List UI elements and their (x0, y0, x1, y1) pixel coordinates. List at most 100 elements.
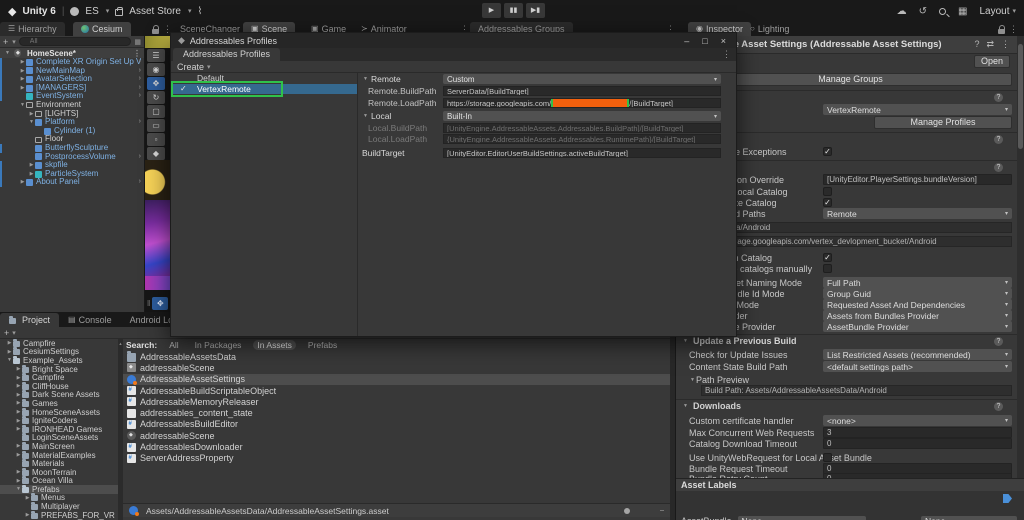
open-button[interactable]: Open (974, 55, 1010, 68)
foldout-icon[interactable]: ▶ (15, 469, 22, 475)
drag-handle[interactable]: ‖ (147, 299, 150, 308)
cloud-icon[interactable]: ☁ (897, 6, 907, 17)
help-icon[interactable]: ? (994, 135, 1003, 144)
checkbox[interactable]: ✓ (823, 198, 832, 207)
asset-row[interactable]: addressableScene (123, 362, 670, 373)
close-button[interactable]: × (721, 36, 726, 46)
foldout-icon[interactable]: ▼ (28, 118, 35, 127)
nav-chevron-icon[interactable]: › (139, 67, 141, 76)
build-load-paths-dropdown[interactable]: Remote▾ (823, 208, 1012, 219)
profile-dropdown[interactable]: VertexRemote▾ (823, 104, 1012, 115)
pause-button[interactable]: ▮▮ (504, 3, 523, 18)
kebab-icon[interactable]: ⋮ (722, 49, 731, 60)
foldout-icon[interactable]: ▼ (15, 486, 22, 492)
lock-icon[interactable] (998, 29, 1005, 34)
profile-row[interactable]: ✓ VertexRemote (171, 84, 357, 95)
tab-lighting[interactable]: ○ Lighting (742, 22, 797, 36)
foldout-icon[interactable]: ▼ (4, 50, 11, 56)
foldout-icon[interactable]: ▶ (6, 340, 13, 346)
hierarchy-item[interactable]: ▶ NewMainMap › (0, 67, 144, 76)
checkbox[interactable] (823, 264, 832, 273)
foldout-icon[interactable]: ▶ (19, 178, 26, 187)
checkbox[interactable]: ✓ (823, 147, 832, 156)
hierarchy-item[interactable]: ▼ Platform › (0, 118, 144, 127)
project-folder-row[interactable]: ▶ Campfire (0, 339, 118, 348)
foldout-icon[interactable]: ▶ (19, 58, 26, 67)
project-folder-row[interactable]: ▶ Dark Scene Assets (0, 391, 118, 400)
check-update-issues-dropdown[interactable]: List Restricted Assets (recommended)▾ (823, 349, 1012, 360)
layout-grid-icon[interactable]: ▦ (958, 6, 967, 17)
thumbnail-size-slider[interactable] (624, 508, 664, 514)
project-folder-row[interactable]: ▶ Games (0, 399, 118, 408)
foldout-icon[interactable]: ▶ (15, 392, 22, 398)
project-folder-row[interactable]: ▶ CesiumSettings (0, 348, 118, 357)
help-icon[interactable]: ? (994, 337, 1003, 346)
asset-row[interactable]: ServerAddressProperty (123, 453, 670, 464)
foldout-icon[interactable]: ▶ (15, 375, 22, 381)
project-folder-row[interactable]: Multiplayer (0, 502, 118, 511)
create-dropdown-icon[interactable]: ▾ (12, 329, 16, 337)
project-folder-row[interactable]: ▶ IgniteCoders (0, 416, 118, 425)
tab-console[interactable]: ▤ Console (59, 313, 121, 327)
project-folder-row[interactable]: ▶ CliffHouse (0, 382, 118, 391)
minimize-button[interactable]: – (684, 36, 689, 46)
tab-project[interactable]: Project (0, 313, 59, 327)
content-state-path-dropdown[interactable]: <default settings path>▾ (823, 361, 1012, 372)
layout-dropdown-icon[interactable]: ▾ (1012, 7, 1016, 15)
scene-tool-button[interactable]: ✥ (147, 77, 165, 90)
scene-tool-button[interactable]: ◆ (147, 147, 165, 160)
foldout-icon[interactable]: ▶ (19, 75, 26, 84)
scene-header-row[interactable]: ▼ HomeScene* ⋮ (0, 48, 144, 58)
project-folder-row[interactable]: ▶ Bright Space (0, 365, 118, 374)
version-control-icon[interactable]: ⌇ (198, 6, 203, 17)
lock-icon[interactable] (152, 29, 159, 34)
assetbundle-dropdown-1[interactable]: None▾ (738, 516, 866, 520)
create-dropdown-icon[interactable]: ▾ (207, 63, 211, 71)
scene-tool-button[interactable]: ↻ (147, 91, 165, 104)
player-version-field[interactable]: [UnityEditor.PlayerSettings.bundleVersio… (823, 174, 1012, 185)
assetbundle-dropdown-2[interactable]: None▾ (921, 516, 1017, 520)
foldout-icon[interactable]: ▼ (682, 338, 689, 344)
project-folder-row[interactable]: ▶ Menus (0, 494, 118, 503)
move-tool-button[interactable]: ✥ (152, 297, 168, 310)
foldout-icon[interactable]: ▶ (15, 366, 22, 372)
foldout-icon[interactable]: ▶ (28, 161, 35, 170)
help-icon[interactable]: ? (974, 39, 979, 50)
account-dropdown-icon[interactable]: ▾ (106, 7, 110, 15)
profile-row[interactable]: Default (171, 73, 357, 84)
asset-row[interactable]: AddressablesDownloader (123, 441, 670, 452)
checkbox[interactable] (823, 187, 832, 196)
assetbundle-provider-dropdown[interactable]: AssetBundle Provider▾ (823, 321, 1012, 332)
window-title-bar[interactable]: ◆ Addressables Profiles – □ × (171, 33, 736, 48)
project-folder-row[interactable]: ▶ MaterialExamples (0, 451, 118, 460)
remote-loadpath-field[interactable]: https://storage.googleapis.com/ /[BuildT… (443, 98, 721, 108)
create-profile-button[interactable]: Create (177, 62, 204, 72)
asset-row[interactable]: AddressableAssetSettings (123, 374, 670, 385)
asset-row[interactable]: AddressablesBuildEditor (123, 419, 670, 430)
search-filter[interactable]: In Assets (253, 340, 296, 350)
kebab-icon[interactable]: ⋮ (1001, 39, 1010, 50)
create-dropdown-icon[interactable]: ▾ (12, 38, 16, 46)
inspector-scrollbar[interactable] (1017, 36, 1024, 520)
search-filter[interactable]: In Packages (191, 340, 246, 350)
cert-handler-dropdown[interactable]: <none>▾ (823, 415, 1012, 426)
manage-profiles-button[interactable]: Manage Profiles (874, 116, 1012, 129)
search-icon[interactable] (939, 8, 946, 15)
asset-load-mode-dropdown[interactable]: Requested Asset And Dependencies▾ (823, 299, 1012, 310)
nav-chevron-icon[interactable]: › (139, 58, 141, 67)
foldout-icon[interactable]: ▶ (15, 418, 22, 424)
foldout-icon[interactable]: ▼ (362, 76, 369, 82)
foldout-icon[interactable]: ▶ (15, 400, 22, 406)
buildtarget-field[interactable]: [UnityEditor.EditorUserBuildSettings.act… (443, 148, 721, 158)
scene-tool-button[interactable]: ☰ (147, 49, 165, 62)
catalog-timeout-field[interactable]: 0 (823, 438, 1012, 449)
history-icon[interactable]: ↺ (919, 6, 927, 17)
hierarchy-item[interactable]: ▶ skpfile (0, 161, 144, 170)
asset-row[interactable]: AddressableAssetsData (123, 351, 670, 362)
checkbox[interactable] (823, 453, 832, 462)
foldout-icon[interactable]: ▶ (6, 349, 13, 355)
help-icon[interactable]: ? (994, 163, 1003, 172)
foldout-icon[interactable]: ▶ (19, 67, 26, 76)
account-menu[interactable]: ES (85, 6, 98, 17)
project-folder-row[interactable]: ▶ PREFABS_FOR_VR (0, 511, 118, 520)
